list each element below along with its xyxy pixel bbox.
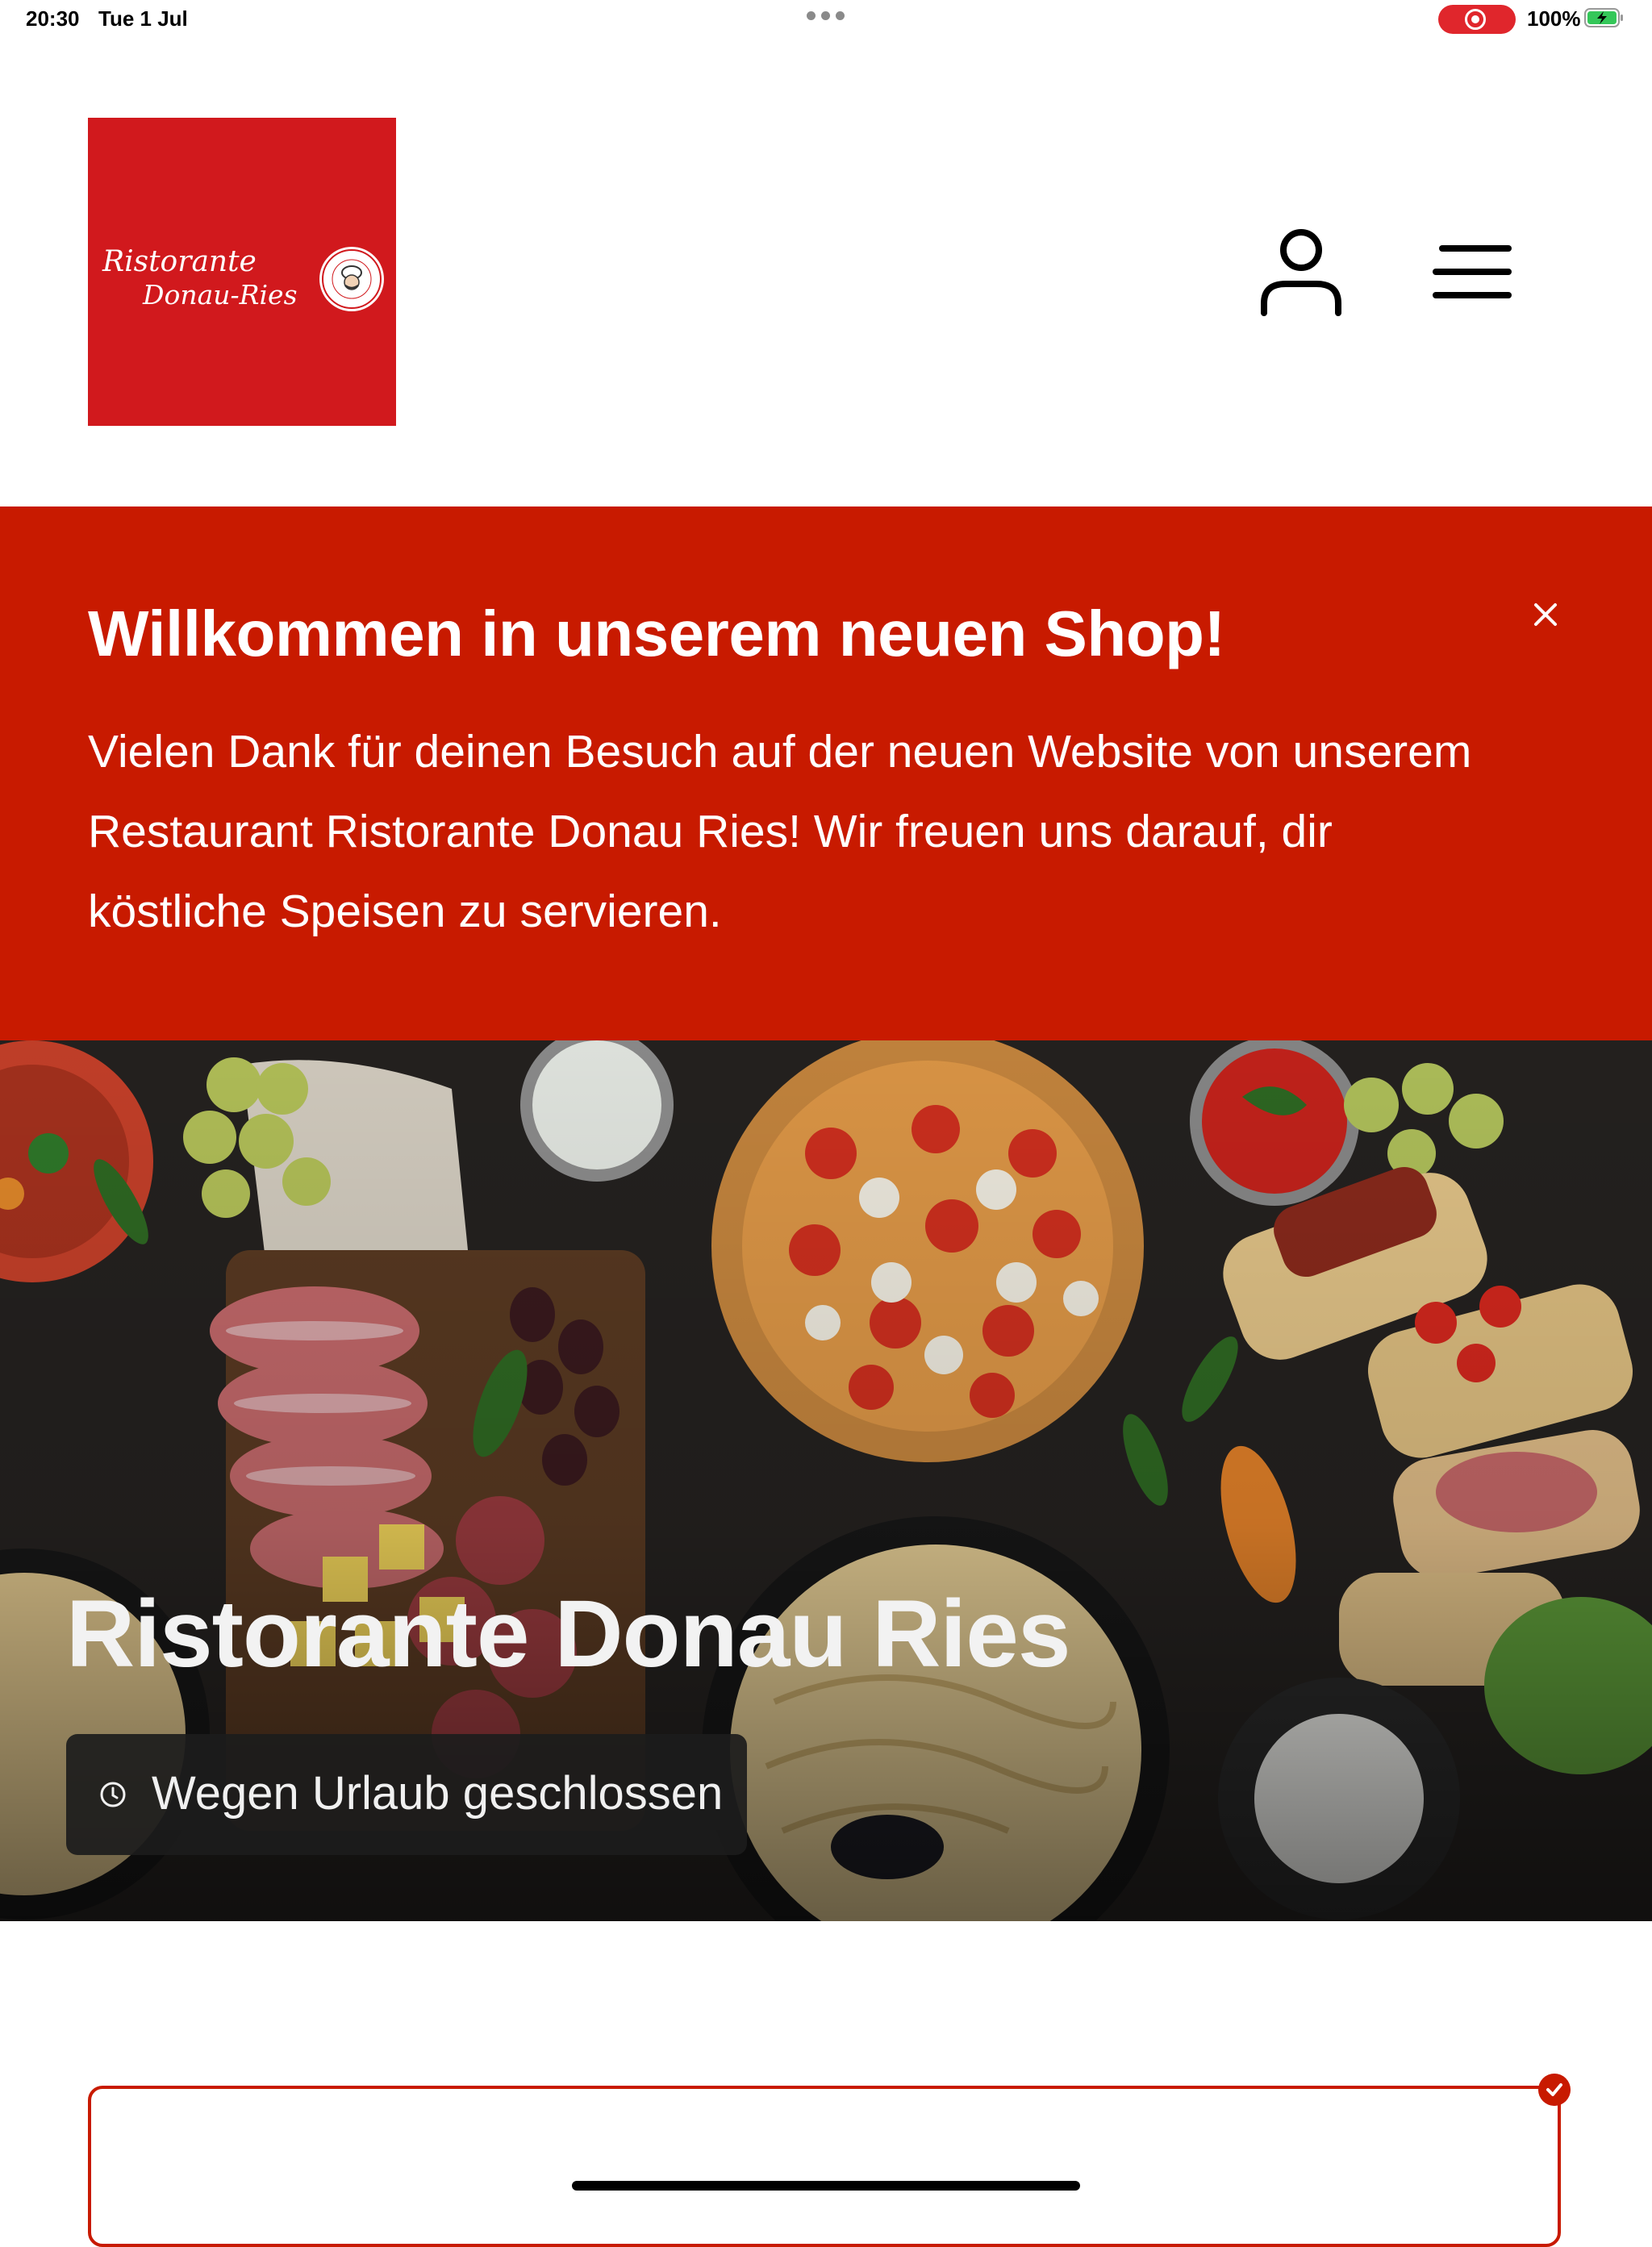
opening-hours-button[interactable]: Wegen Urlaub geschlossen xyxy=(66,1734,747,1855)
screen-recording-icon[interactable] xyxy=(1438,5,1516,34)
home-indicator[interactable] xyxy=(572,2181,1080,2191)
battery-percentage: 100% xyxy=(1527,6,1581,31)
hamburger-menu-icon xyxy=(1433,245,1512,298)
person-icon xyxy=(1261,229,1341,316)
restaurant-name: Ristorante Donau Ries xyxy=(66,1581,1070,1687)
status-bar: 20:30 Tue 1 Jul 100% xyxy=(0,0,1652,39)
welcome-banner: Willkommen in unserem neuen Shop! Vielen… xyxy=(0,507,1652,1040)
logo-text-line2: Donau-Ries xyxy=(143,279,298,311)
logo-text-line1: Ristorante xyxy=(102,245,257,278)
chef-seal-icon xyxy=(319,247,384,311)
close-icon[interactable] xyxy=(1529,598,1562,631)
welcome-title: Willkommen in unserem neuen Shop! xyxy=(88,598,1225,669)
status-time: 20:30 xyxy=(26,6,80,31)
status-date: Tue 1 Jul xyxy=(98,6,188,31)
welcome-message: Vielen Dank für deinen Besuch auf der ne… xyxy=(88,726,1472,937)
selection-card[interactable] xyxy=(88,2086,1561,2247)
menu-button[interactable] xyxy=(1433,240,1516,303)
battery-charging-icon xyxy=(1584,8,1623,27)
hero-section: Ristorante Donau Ries Wegen Urlaub gesch… xyxy=(0,1040,1652,1921)
multitasking-dots-icon[interactable] xyxy=(807,11,845,21)
account-button[interactable] xyxy=(1258,226,1344,318)
clock-icon xyxy=(100,1782,126,1807)
restaurant-logo[interactable]: Ristorante Donau-Ries xyxy=(88,118,396,426)
checkmark-icon xyxy=(1538,2074,1571,2106)
opening-status: Wegen Urlaub geschlossen xyxy=(152,1767,724,1820)
